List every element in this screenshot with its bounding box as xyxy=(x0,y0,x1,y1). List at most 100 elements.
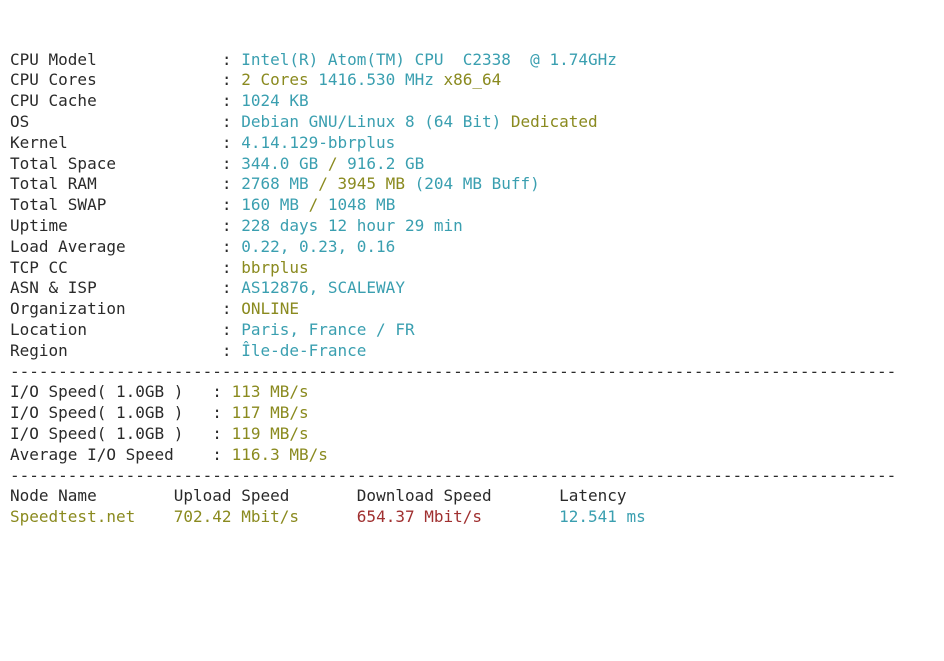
value-cpu-cores-count: 2 Cores xyxy=(241,70,318,89)
row-load-avg: Load Average : 0.22, 0.23, 0.16 xyxy=(10,237,934,258)
label-region: Region xyxy=(10,341,222,360)
label-io1: I/O Speed( 1.0GB ) xyxy=(10,382,212,401)
value-ram-used: 2768 MB xyxy=(241,174,318,193)
label-io3: I/O Speed( 1.0GB ) xyxy=(10,424,212,443)
colon: : xyxy=(222,216,241,235)
label-cpu-model: CPU Model xyxy=(10,50,222,69)
colon: : xyxy=(212,382,231,401)
terminal-output: CPU Model : Intel(R) Atom(TM) CPU C2338 … xyxy=(0,42,944,536)
row-cpu-model: CPU Model : Intel(R) Atom(TM) CPU C2338 … xyxy=(10,50,934,71)
row-io2: I/O Speed( 1.0GB ) : 117 MB/s xyxy=(10,403,934,424)
value-io-avg: 116.3 MB/s xyxy=(232,445,328,464)
value-kernel: 4.14.129-bbrplus xyxy=(241,133,395,152)
dashed-separator: ----------------------------------------… xyxy=(10,466,896,485)
separator-slash: / xyxy=(309,195,328,214)
colon: : xyxy=(222,237,241,256)
colon: : xyxy=(222,278,241,297)
col-header-node: Node Name xyxy=(10,486,174,505)
colon: : xyxy=(222,133,241,152)
col-header-upload: Upload Speed xyxy=(174,486,357,505)
separator-slash: / xyxy=(328,154,347,173)
cell-latency: 12.541 ms xyxy=(559,507,646,526)
value-swap-total: 1048 MB xyxy=(328,195,395,214)
speedtest-header-row: Node Name Upload Speed Download Speed La… xyxy=(10,486,934,507)
row-region: Region : Île-de-France xyxy=(10,341,934,362)
label-io-avg: Average I/O Speed xyxy=(10,445,212,464)
cell-upload: 702.42 Mbit/s xyxy=(174,507,357,526)
label-kernel: Kernel xyxy=(10,133,222,152)
col-header-latency: Latency xyxy=(559,486,626,505)
value-ram-total: 3945 MB xyxy=(338,174,415,193)
divider-1: ----------------------------------------… xyxy=(10,362,934,383)
value-asn-isp: AS12876, SCALEWAY xyxy=(241,278,405,297)
colon: : xyxy=(222,341,241,360)
col-header-download: Download Speed xyxy=(357,486,559,505)
row-io-avg: Average I/O Speed : 116.3 MB/s xyxy=(10,445,934,466)
label-cpu-cache: CPU Cache xyxy=(10,91,222,110)
colon: : xyxy=(222,91,241,110)
value-io2: 117 MB/s xyxy=(232,403,309,422)
colon: : xyxy=(222,320,241,339)
label-tcp-cc: TCP CC xyxy=(10,258,222,277)
cell-download: 654.37 Mbit/s xyxy=(357,507,559,526)
dashed-separator: ----------------------------------------… xyxy=(10,362,896,381)
row-asn-isp: ASN & ISP : AS12876, SCALEWAY xyxy=(10,278,934,299)
label-load-avg: Load Average xyxy=(10,237,222,256)
row-os: OS : Debian GNU/Linux 8 (64 Bit) Dedicat… xyxy=(10,112,934,133)
value-uptime: 228 days 12 hour 29 min xyxy=(241,216,463,235)
colon: : xyxy=(222,50,241,69)
value-swap-used: 160 MB xyxy=(241,195,308,214)
label-total-ram: Total RAM xyxy=(10,174,222,193)
row-cpu-cache: CPU Cache : 1024 KB xyxy=(10,91,934,112)
row-total-space: Total Space : 344.0 GB / 916.2 GB xyxy=(10,154,934,175)
value-org: ONLINE xyxy=(241,299,299,318)
row-io1: I/O Speed( 1.0GB ) : 113 MB/s xyxy=(10,382,934,403)
value-ram-buff: (204 MB Buff) xyxy=(415,174,540,193)
label-os: OS xyxy=(10,112,222,131)
speedtest-row: Speedtest.net 702.42 Mbit/s 654.37 Mbit/… xyxy=(10,507,934,528)
row-kernel: Kernel : 4.14.129-bbrplus xyxy=(10,133,934,154)
label-total-swap: Total SWAP xyxy=(10,195,222,214)
value-tcp-cc: bbrplus xyxy=(241,258,308,277)
row-total-ram: Total RAM : 2768 MB / 3945 MB (204 MB Bu… xyxy=(10,174,934,195)
value-space-used: 344.0 GB xyxy=(241,154,328,173)
value-location: Paris, France / FR xyxy=(241,320,414,339)
value-os-name: Debian GNU/Linux 8 (64 Bit) xyxy=(241,112,511,131)
label-uptime: Uptime xyxy=(10,216,222,235)
label-location: Location xyxy=(10,320,222,339)
colon: : xyxy=(222,154,241,173)
row-io3: I/O Speed( 1.0GB ) : 119 MB/s xyxy=(10,424,934,445)
value-cpu-model: Intel(R) Atom(TM) CPU C2338 @ 1.74GHz xyxy=(241,50,617,69)
value-io3: 119 MB/s xyxy=(232,424,309,443)
value-region: Île-de-France xyxy=(241,341,366,360)
colon: : xyxy=(212,424,231,443)
row-total-swap: Total SWAP : 160 MB / 1048 MB xyxy=(10,195,934,216)
row-uptime: Uptime : 228 days 12 hour 29 min xyxy=(10,216,934,237)
row-cpu-cores: CPU Cores : 2 Cores 1416.530 MHz x86_64 xyxy=(10,70,934,91)
label-asn-isp: ASN & ISP xyxy=(10,278,222,297)
value-space-total: 916.2 GB xyxy=(347,154,424,173)
separator-slash: / xyxy=(318,174,337,193)
value-cpu-cores-arch: x86_64 xyxy=(443,70,501,89)
value-load-avg: 0.22, 0.23, 0.16 xyxy=(241,237,395,256)
row-location: Location : Paris, France / FR xyxy=(10,320,934,341)
value-os-type: Dedicated xyxy=(511,112,598,131)
colon: : xyxy=(222,112,241,131)
colon: : xyxy=(222,299,241,318)
label-org: Organization xyxy=(10,299,222,318)
value-cpu-cores-freq: 1416.530 MHz xyxy=(318,70,443,89)
divider-2: ----------------------------------------… xyxy=(10,466,934,487)
label-io2: I/O Speed( 1.0GB ) xyxy=(10,403,212,422)
row-org: Organization : ONLINE xyxy=(10,299,934,320)
label-total-space: Total Space xyxy=(10,154,222,173)
value-io1: 113 MB/s xyxy=(232,382,309,401)
row-tcp-cc: TCP CC : bbrplus xyxy=(10,258,934,279)
value-cpu-cache: 1024 KB xyxy=(241,91,308,110)
colon: : xyxy=(212,445,231,464)
colon: : xyxy=(222,174,241,193)
colon: : xyxy=(212,403,231,422)
colon: : xyxy=(222,258,241,277)
label-cpu-cores: CPU Cores xyxy=(10,70,222,89)
colon: : xyxy=(222,70,241,89)
cell-node: Speedtest.net xyxy=(10,507,174,526)
